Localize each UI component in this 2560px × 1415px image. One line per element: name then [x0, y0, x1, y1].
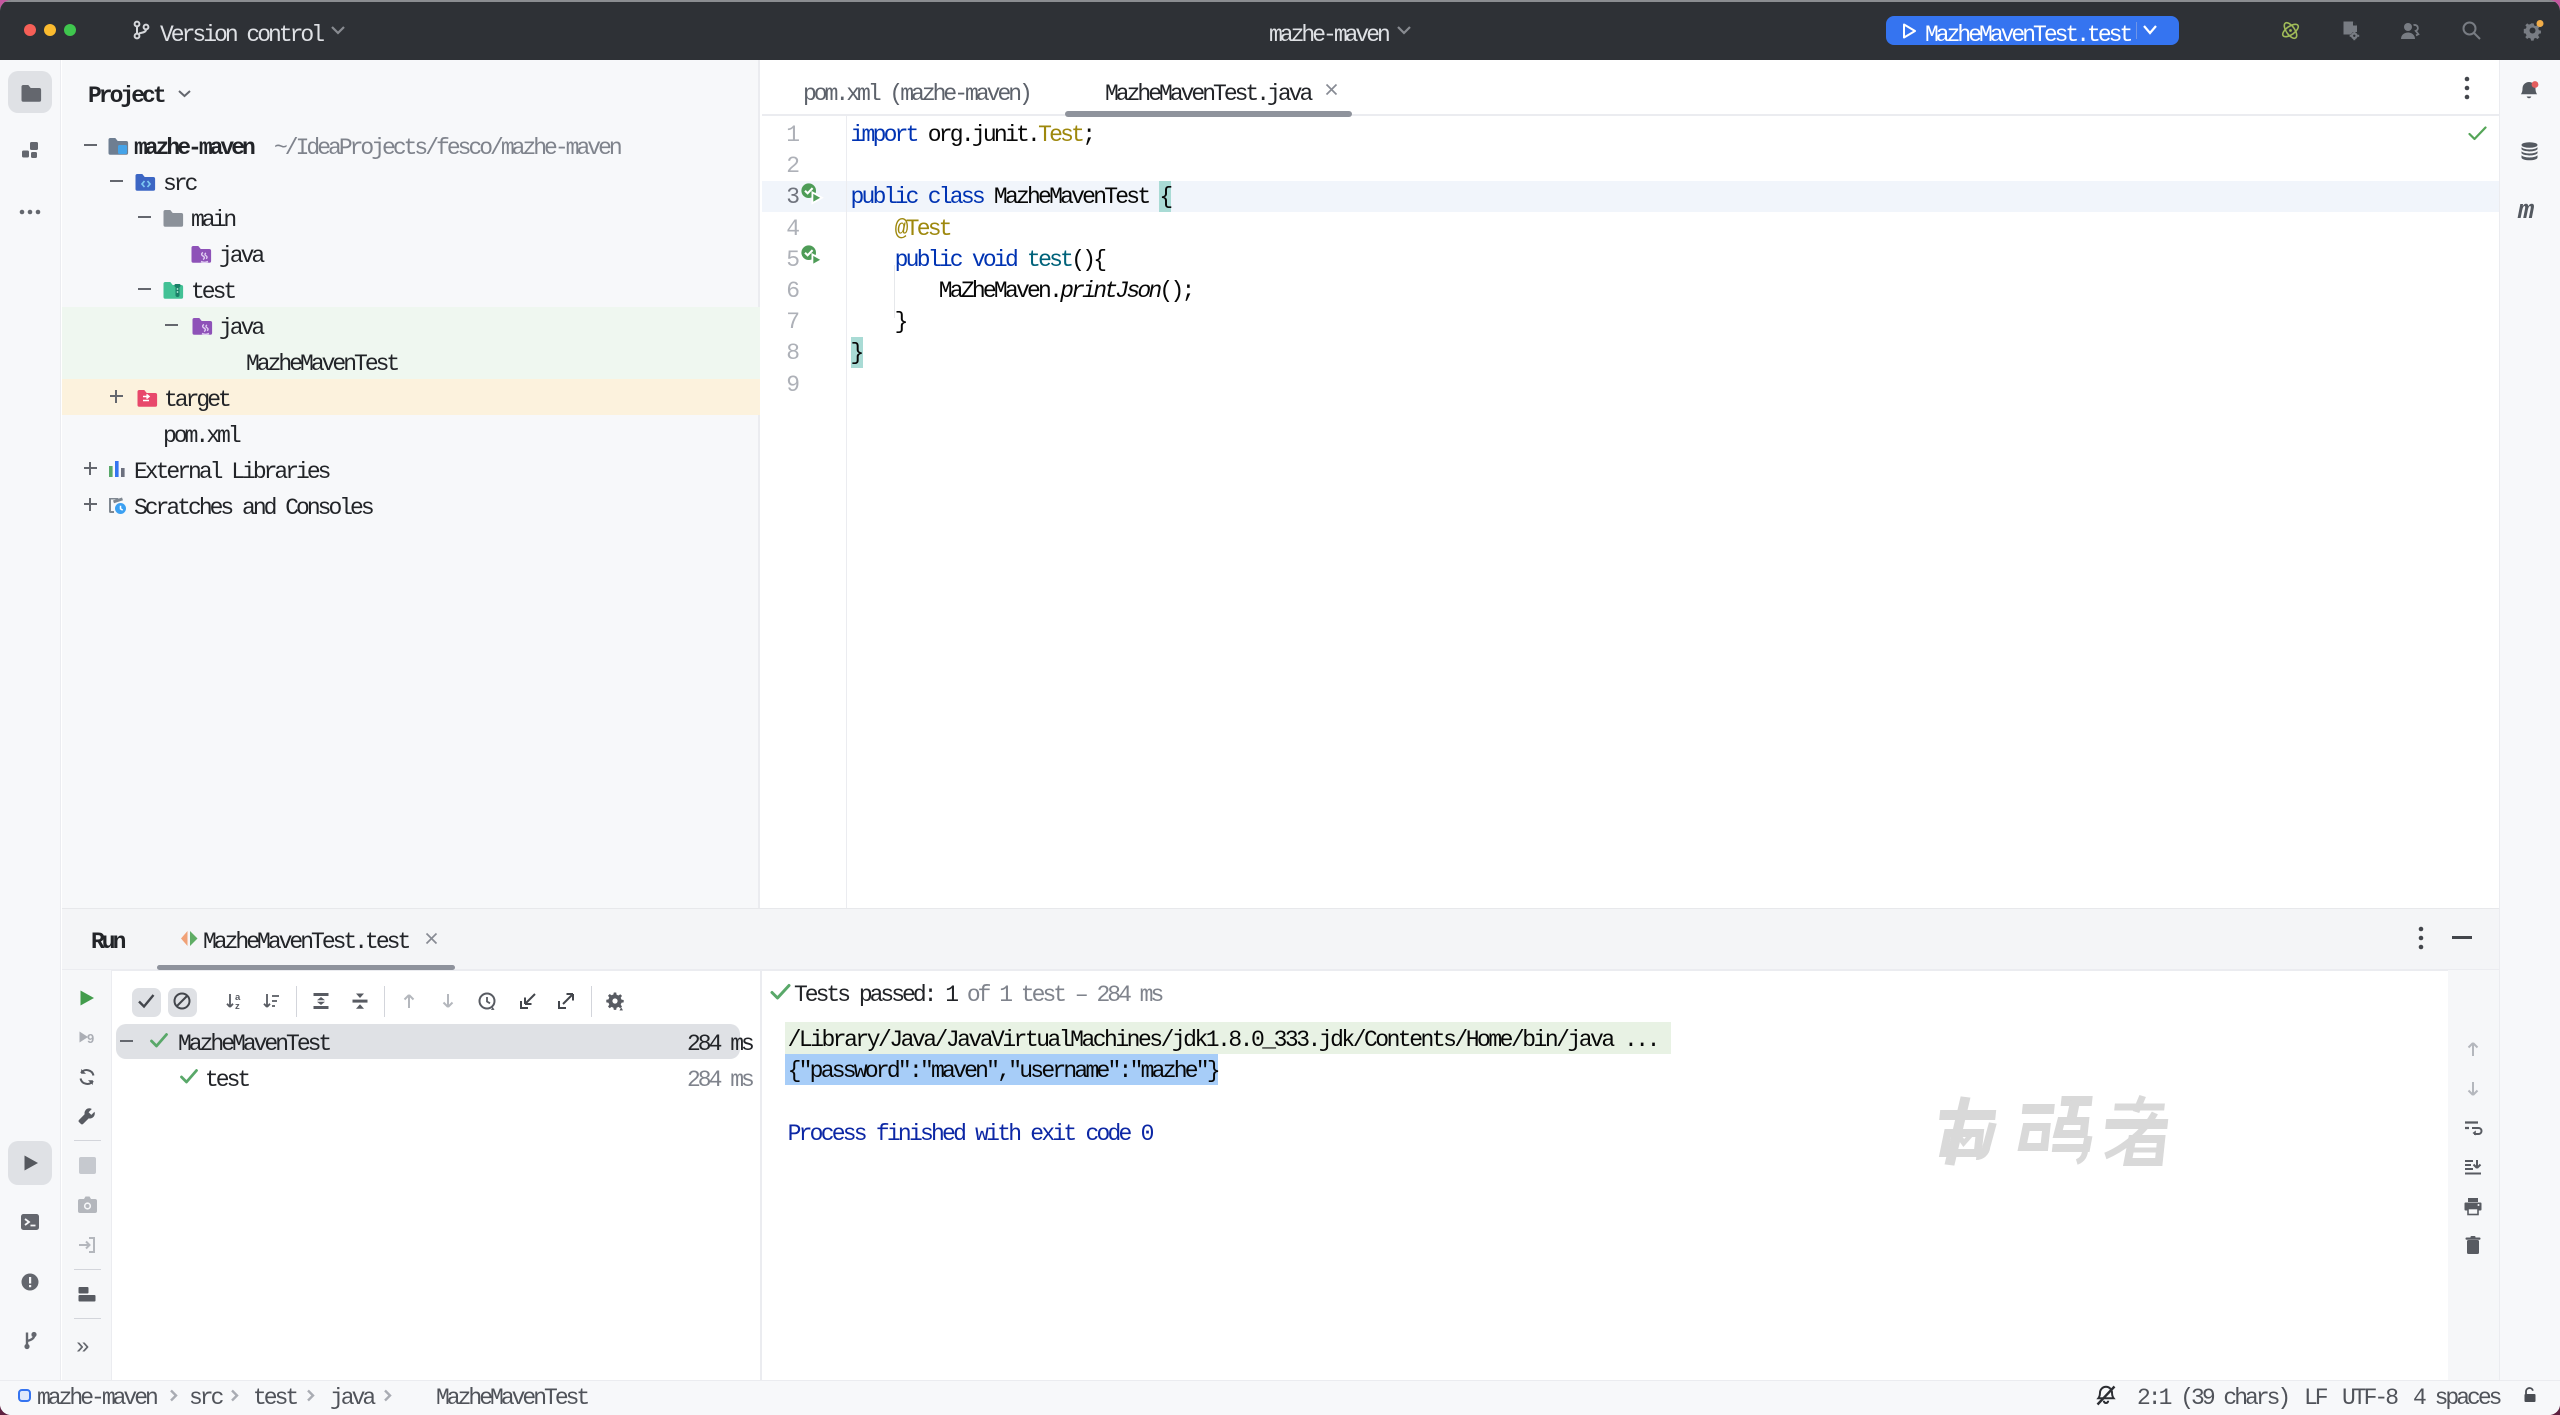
svg-text:z: z [235, 1001, 240, 1012]
svg-text:9: 9 [87, 1031, 94, 1046]
